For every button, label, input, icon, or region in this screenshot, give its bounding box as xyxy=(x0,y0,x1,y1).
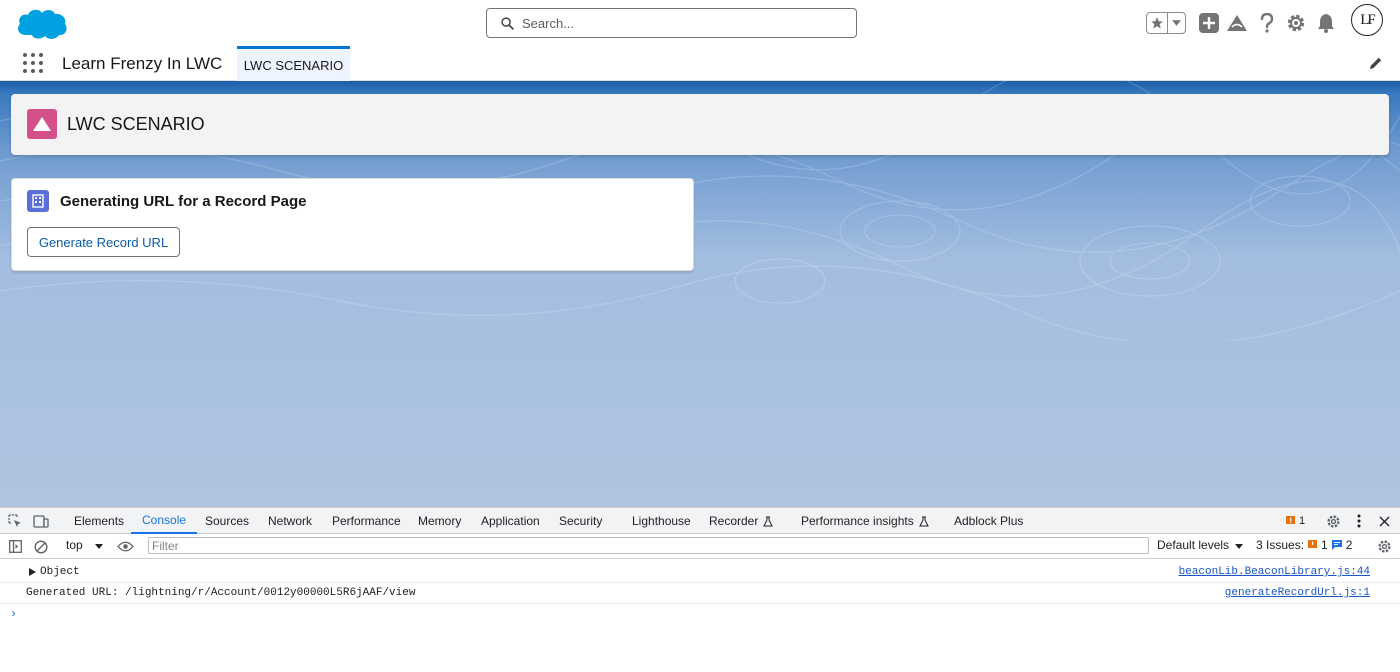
custom-tab-triangle-icon xyxy=(27,109,57,139)
issues-info-count: 2 xyxy=(1345,538,1353,552)
devtools-settings-gear-icon[interactable] xyxy=(1324,512,1342,530)
console-message-text: Generated URL: /lightning/r/Account/0012… xyxy=(26,587,416,599)
app-navigation-bar: Learn Frenzy In LWC LWC SCENARIO xyxy=(0,46,1400,81)
page-header: LWC SCENARIO xyxy=(11,94,1389,155)
app-launcher-waffle-icon[interactable] xyxy=(23,53,43,73)
chevron-down-icon xyxy=(1235,544,1244,549)
search-input[interactable] xyxy=(522,13,842,33)
console-toolbar: top Default levels 3 Issues: 1 2 xyxy=(0,534,1400,559)
context-selector[interactable]: top xyxy=(66,538,104,552)
devtools-tab-memory[interactable]: Memory xyxy=(418,508,461,534)
devtools-tab-recorder[interactable]: Recorder xyxy=(709,508,774,534)
live-expression-eye-icon[interactable] xyxy=(115,538,135,554)
setup-gear-icon[interactable] xyxy=(1284,11,1308,35)
console-message[interactable]: Object beaconLib.BeaconLibrary.js:44 xyxy=(0,562,1400,583)
tab-lwc-scenario[interactable]: LWC SCENARIO xyxy=(237,46,350,81)
app-name: Learn Frenzy In LWC xyxy=(62,54,223,73)
warning-flag-icon xyxy=(1308,540,1318,548)
favorites-star-icon[interactable] xyxy=(1147,13,1169,33)
devtools-tab-bar: Elements Console Sources Network Perform… xyxy=(0,508,1400,534)
console-message-source-link[interactable]: beaconLib.BeaconLibrary.js:44 xyxy=(1179,566,1370,578)
console-prompt[interactable]: › xyxy=(10,607,17,621)
log-levels-dropdown[interactable]: Default levels xyxy=(1157,538,1244,552)
log-levels-value: Default levels xyxy=(1157,538,1230,552)
issues-counter[interactable]: 3 Issues: 1 2 xyxy=(1256,538,1352,552)
help-icon[interactable] xyxy=(1255,11,1279,35)
user-avatar[interactable]: LF xyxy=(1351,4,1383,36)
devtools-tab-console[interactable]: Console xyxy=(131,508,198,534)
performance-insights-label: Performance insights xyxy=(801,514,914,528)
devtools-close-icon[interactable] xyxy=(1375,512,1393,530)
devtools-tab-performance-insights[interactable]: Performance insights xyxy=(801,508,929,534)
page-title: LWC SCENARIO xyxy=(67,114,205,134)
devtools-tab-elements[interactable]: Elements xyxy=(74,508,124,534)
devtools-tab-sources[interactable]: Sources xyxy=(205,508,249,534)
card-building-icon xyxy=(27,190,49,212)
devtools-tab-security[interactable]: Security xyxy=(559,508,602,534)
chevron-down-icon xyxy=(95,544,104,549)
experiment-flask-icon xyxy=(918,516,929,526)
salesforce-logo-icon[interactable] xyxy=(14,5,70,43)
devtools-more-options-icon[interactable] xyxy=(1351,512,1367,530)
global-header: LF xyxy=(0,0,1400,46)
favorites-group[interactable] xyxy=(1146,12,1186,34)
devtools-tab-application[interactable]: Application xyxy=(481,508,540,534)
card-title: Generating URL for a Record Page xyxy=(60,193,307,210)
recorder-label: Recorder xyxy=(709,514,759,528)
console-settings-gear-icon[interactable] xyxy=(1375,538,1393,555)
console-filter-input[interactable] xyxy=(148,537,1149,554)
warning-count: 1 xyxy=(1299,515,1306,527)
console-message-source-link[interactable]: generateRecordUrl.js:1 xyxy=(1225,587,1370,599)
device-toolbar-icon[interactable] xyxy=(32,513,50,529)
inspect-element-icon[interactable] xyxy=(7,513,23,529)
devtools-tab-adblock-plus[interactable]: Adblock Plus xyxy=(954,508,1023,534)
info-message-icon xyxy=(1331,540,1342,550)
console-message[interactable]: Generated URL: /lightning/r/Account/0012… xyxy=(0,583,1400,604)
avatar-initials: LF xyxy=(1360,11,1375,28)
console-message-text: Object xyxy=(40,566,80,578)
issues-label: 3 Issues: xyxy=(1256,538,1305,552)
devtools-panel: Elements Console Sources Network Perform… xyxy=(0,507,1400,672)
show-sidebar-icon[interactable] xyxy=(7,539,23,554)
trailhead-guidance-icon[interactable] xyxy=(1225,11,1249,35)
generate-record-url-button[interactable]: Generate Record URL xyxy=(27,227,180,257)
search-icon xyxy=(501,17,514,30)
global-actions-add-icon[interactable] xyxy=(1197,11,1221,35)
devtools-tab-network[interactable]: Network xyxy=(268,508,312,534)
devtools-tab-performance[interactable]: Performance xyxy=(332,508,401,534)
edit-nav-pencil-icon[interactable] xyxy=(1369,56,1383,75)
experiment-flask-icon xyxy=(763,516,774,526)
context-selector-value: top xyxy=(66,538,83,552)
notifications-bell-icon[interactable] xyxy=(1314,11,1338,35)
record-url-card: Generating URL for a Record Page Generat… xyxy=(11,178,694,271)
page-content: LWC SCENARIO Generating URL for a Record… xyxy=(0,81,1400,507)
global-search[interactable] xyxy=(486,8,857,38)
clear-console-icon[interactable] xyxy=(32,538,49,555)
favorites-list-chevron-down-icon[interactable] xyxy=(1168,13,1185,33)
issues-warning-count: 1 xyxy=(1321,538,1328,552)
expand-triangle-icon[interactable] xyxy=(29,568,36,576)
devtools-tab-lighthouse[interactable]: Lighthouse xyxy=(632,508,691,534)
warning-counter[interactable]: 1 xyxy=(1286,508,1305,534)
warning-flag-icon xyxy=(1286,516,1295,524)
